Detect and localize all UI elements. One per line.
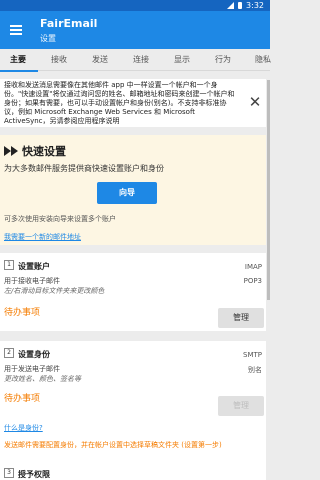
wizard-button[interactable]: 向导: [97, 182, 157, 204]
quick-setup-card: 快速设置 为大多数邮件服务提供商快速设置账户和身份 向导 可多次使用安装向导来设…: [0, 135, 266, 245]
tab-main[interactable]: 主要: [10, 49, 26, 71]
info-card: 接收和发送消息需要像在其他邮件 app 中一样设置一个帐户和一个身份。"快速设置…: [0, 79, 266, 127]
menu-icon[interactable]: [10, 25, 22, 35]
tab-receive[interactable]: 接收: [51, 49, 67, 71]
manage-accounts-button[interactable]: 管理: [218, 308, 264, 328]
step-description: 用于接收电子邮件: [4, 277, 60, 285]
step-title: 设置账户: [18, 262, 50, 271]
battery-icon: [238, 2, 243, 9]
tab-privacy[interactable]: 隐私: [255, 49, 271, 71]
app-subtitle: 设置: [40, 34, 56, 43]
status-bar: 3:32: [0, 0, 270, 11]
step-hint: 左/右滑动目标文件夹来更改颜色: [4, 287, 105, 295]
protocol-imap: IMAP: [244, 263, 262, 271]
tab-connection[interactable]: 连接: [133, 49, 149, 71]
protocol-smtp: SMTP: [243, 351, 262, 359]
step-identity-card: 2 设置身份 用于发送电子邮件 更改姓名、颜色、签名等 SMTP 别名 待办事项…: [0, 341, 266, 467]
fast-forward-icon: [4, 146, 18, 156]
active-tab-indicator: [0, 70, 38, 72]
manage-identities-button[interactable]: 管理: [218, 396, 264, 416]
tab-behavior[interactable]: 行为: [215, 49, 231, 71]
what-is-identity-link[interactable]: 什么是身份?: [4, 423, 43, 433]
app-bar: FairEmail 设置: [0, 11, 270, 49]
identity-warning: 发送邮件需要配置身份，并在帐户设置中选择草稿文件夹 (设置第一步): [4, 441, 222, 449]
app-title: FairEmail: [40, 17, 98, 30]
step-title: 授予权限: [18, 470, 50, 479]
step-number: 3: [4, 468, 14, 478]
step-number: 2: [4, 348, 14, 358]
tab-send[interactable]: 发送: [92, 49, 108, 71]
new-email-address-link[interactable]: 我需要一个新的邮件地址: [4, 232, 81, 242]
info-text: 接收和发送消息需要像在其他邮件 app 中一样设置一个帐户和一个身份。"快速设置…: [4, 81, 235, 125]
step-hint: 更改姓名、颜色、签名等: [4, 375, 81, 383]
protocol-pop3: POP3: [243, 277, 262, 285]
todo-label: 待办事项: [4, 394, 41, 404]
scrollbar[interactable]: [267, 80, 270, 300]
tab-bar: 主要 接收 发送 连接 显示 行为 隐私: [0, 49, 271, 71]
step-account-card: 1 设置账户 用于接收电子邮件 左/右滑动目标文件夹来更改颜色 IMAP POP…: [0, 253, 266, 331]
quick-setup-description: 为大多数邮件服务提供商快速设置账户和身份: [4, 164, 164, 173]
close-icon[interactable]: ✕: [246, 93, 264, 111]
step-number: 1: [4, 260, 14, 270]
todo-label: 待办事项: [4, 308, 41, 318]
quick-setup-title: 快速设置: [22, 145, 66, 158]
alias-label: 别名: [248, 366, 262, 374]
status-time: 3:32: [246, 1, 264, 10]
tab-display[interactable]: 显示: [174, 49, 190, 71]
step-title: 设置身份: [18, 350, 50, 359]
quick-setup-note: 可多次使用安装向导来设置多个账户: [4, 215, 116, 223]
step-permissions-card: 3 授予权限: [0, 463, 266, 480]
signal-icon: [227, 2, 235, 9]
step-description: 用于发送电子邮件: [4, 365, 60, 373]
